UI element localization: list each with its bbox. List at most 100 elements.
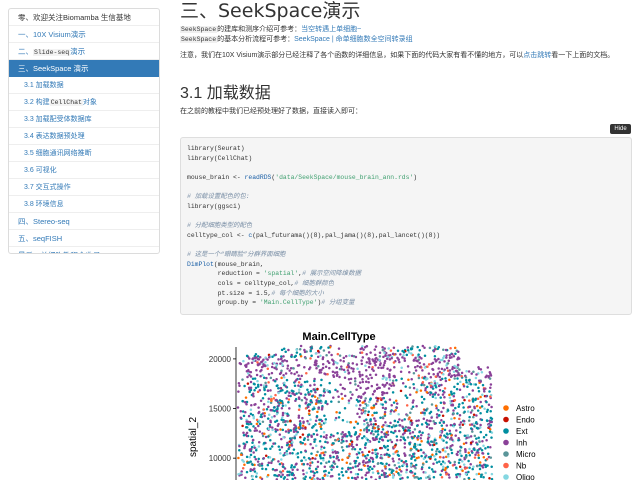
scatter-point bbox=[285, 397, 288, 400]
code-token: (pal_futurama()(8),pal_jama()(8),pal_lan… bbox=[252, 231, 441, 239]
toc-item[interactable]: 五、seqFISH bbox=[9, 230, 159, 247]
toc-item[interactable]: 二、Slide-seq演示 bbox=[9, 43, 159, 60]
scatter-point bbox=[475, 437, 478, 440]
scatter-point bbox=[335, 410, 338, 414]
scatter-point bbox=[319, 394, 323, 397]
scatter-point bbox=[241, 458, 244, 462]
scatter-point bbox=[323, 414, 326, 418]
scatter-point bbox=[437, 414, 441, 417]
scatter-point bbox=[325, 353, 328, 357]
scatter-point bbox=[241, 424, 244, 428]
intro-link-1[interactable]: 当空转遇上单细胞~ bbox=[301, 26, 361, 33]
toc-item[interactable]: 3.8 环境信息 bbox=[9, 196, 159, 213]
scatter-point bbox=[343, 406, 347, 410]
scatter-point bbox=[364, 369, 368, 372]
toc-item[interactable]: 3.1 加载数据 bbox=[9, 77, 159, 94]
toc-item[interactable]: 零、欢迎关注Biomamba 生信基地 bbox=[9, 9, 159, 26]
scatter-point bbox=[428, 382, 431, 385]
scatter-point bbox=[322, 394, 325, 397]
scatter-point bbox=[310, 346, 313, 350]
scatter-point bbox=[462, 442, 466, 446]
scatter-point bbox=[420, 440, 423, 443]
scatter-point bbox=[467, 451, 470, 455]
scatter-point bbox=[373, 417, 376, 420]
code-token: pt.size = 1.5, bbox=[187, 289, 272, 297]
scatter-point bbox=[279, 452, 282, 455]
scatter-point bbox=[271, 428, 274, 432]
scatter-point bbox=[437, 409, 440, 412]
scatter-point bbox=[466, 410, 470, 413]
scatter-point bbox=[398, 457, 401, 461]
scatter-point bbox=[435, 407, 438, 410]
toc-item[interactable]: 四、Stereo-seq bbox=[9, 213, 159, 230]
scatter-point bbox=[442, 372, 445, 376]
scatter-point bbox=[403, 454, 407, 458]
scatter-point bbox=[468, 399, 471, 402]
scatter-point bbox=[282, 465, 285, 469]
toc-item[interactable]: 3.5 细胞通讯网络推断 bbox=[9, 145, 159, 162]
scatter-point bbox=[391, 352, 395, 356]
scatter-point bbox=[395, 406, 399, 409]
toc-item[interactable]: 三、SeekSpace 演示 bbox=[9, 60, 159, 77]
scatter-point bbox=[390, 357, 393, 360]
scatter-point bbox=[365, 418, 368, 421]
scatter-point bbox=[315, 470, 319, 474]
scatter-point bbox=[415, 391, 418, 394]
scatter-point bbox=[266, 367, 270, 371]
toc-item[interactable]: 一、10X Visium演示 bbox=[9, 26, 159, 43]
scatter-point bbox=[414, 463, 418, 467]
intro-link-2[interactable]: SeekSpace | 命单细胞数全空间转录组 bbox=[294, 36, 413, 43]
scatter-point bbox=[334, 388, 337, 392]
scatter-point bbox=[356, 456, 359, 459]
scatter-point bbox=[458, 403, 461, 406]
scatter-point bbox=[265, 376, 268, 380]
scatter-point bbox=[303, 366, 306, 369]
scatter-point bbox=[462, 406, 465, 409]
scatter-point bbox=[435, 416, 439, 419]
scatter-point bbox=[299, 435, 302, 439]
scatter-point bbox=[371, 407, 374, 410]
scatter-point bbox=[474, 376, 478, 380]
scatter-point bbox=[387, 347, 390, 350]
toc-item[interactable]: 3.2 构建CellChat对象 bbox=[9, 94, 159, 111]
toc-item[interactable]: 3.6 可视化 bbox=[9, 162, 159, 179]
scatter-point bbox=[490, 436, 493, 439]
scatter-point bbox=[472, 415, 475, 419]
scatter-point bbox=[406, 426, 410, 429]
note-link[interactable]: 点击跳转 bbox=[523, 52, 551, 59]
scatter-point bbox=[316, 410, 319, 414]
scatter-point bbox=[239, 453, 243, 457]
toc-item[interactable]: 3.7 交互式操作 bbox=[9, 179, 159, 196]
scatter-point bbox=[277, 445, 281, 448]
scatter-point bbox=[321, 356, 325, 359]
scatter-point bbox=[297, 426, 300, 429]
scatter-point bbox=[382, 355, 385, 359]
scatter-point bbox=[478, 464, 482, 467]
toc-item[interactable]: 3.4 表达数据预处理 bbox=[9, 128, 159, 145]
scatter-point bbox=[478, 440, 481, 444]
scatter-point bbox=[257, 406, 260, 409]
scatter-point bbox=[417, 374, 421, 377]
legend-label: Oligo bbox=[516, 473, 535, 480]
scatter-point bbox=[371, 393, 375, 396]
scatter-point bbox=[341, 435, 344, 439]
scatter-point bbox=[309, 399, 313, 403]
code-token: ) bbox=[413, 173, 418, 181]
hide-code-button[interactable]: Hide bbox=[610, 124, 631, 134]
scatter-point bbox=[458, 465, 462, 469]
scatter-point bbox=[434, 384, 437, 387]
scatter-point bbox=[279, 475, 283, 478]
scatter-point bbox=[270, 365, 274, 369]
toc-item[interactable]: 最后、单细胞教程全收录 bbox=[9, 247, 159, 253]
scatter-point bbox=[360, 468, 363, 471]
scatter-point bbox=[349, 397, 353, 400]
scatter-point bbox=[442, 348, 445, 352]
scatter-point bbox=[465, 369, 468, 373]
scatter-point bbox=[417, 376, 421, 380]
toc-item[interactable]: 3.3 加载配受体数据库 bbox=[9, 111, 159, 128]
scatter-point bbox=[280, 406, 284, 410]
scatter-point bbox=[388, 398, 392, 401]
scatter-point bbox=[360, 412, 364, 415]
scatter-point bbox=[413, 476, 416, 479]
scatter-point bbox=[239, 416, 243, 420]
